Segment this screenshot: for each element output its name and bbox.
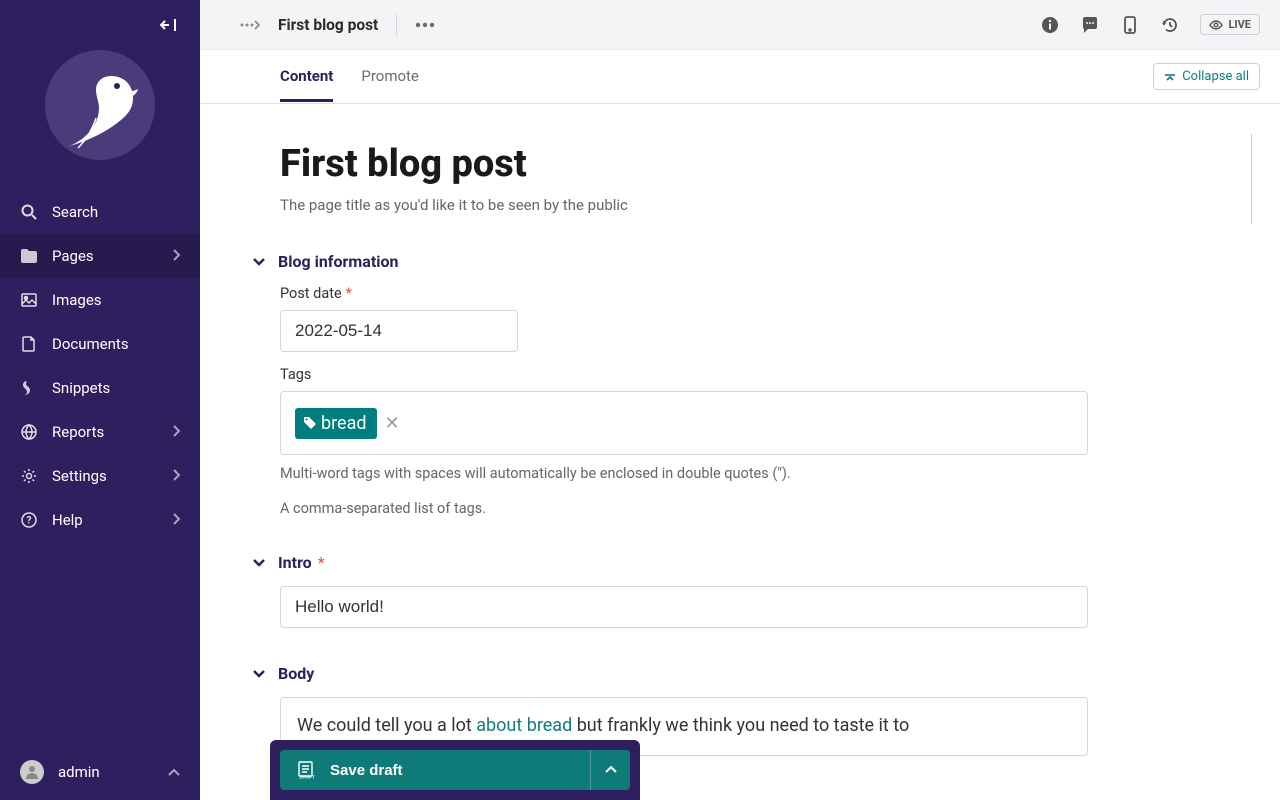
required-icon: * [318, 553, 325, 572]
section-label: Blog information [278, 252, 398, 271]
sidebar-item-pages[interactable]: Pages [0, 234, 200, 278]
document-icon [20, 336, 38, 352]
collapse-all-label: Collapse all [1182, 69, 1249, 84]
account-menu[interactable]: admin [0, 744, 200, 800]
sidebar-item-label: Documents [52, 335, 129, 353]
body-text-suffix: but frankly we think you need to taste i… [572, 715, 909, 736]
save-draft-button[interactable]: DRAFT Save draft [280, 750, 590, 790]
chevron-right-icon [172, 247, 180, 265]
tag-remove-button[interactable]: ✕ [385, 413, 400, 434]
wagtail-logo-icon [63, 68, 141, 156]
breadcrumb-title: First blog post [278, 16, 378, 34]
main: First blog post LIVE Content Promote Col… [200, 0, 1280, 800]
section-label: Body [278, 664, 314, 683]
page-title-help: The page title as you'd like it to be se… [280, 196, 1250, 214]
tabs-row: Content Promote Collapse all [200, 50, 1280, 104]
minimap[interactable] [1251, 134, 1252, 224]
breadcrumb-expand[interactable] [240, 15, 260, 35]
sidebar-item-search[interactable]: Search [0, 190, 200, 234]
history-button[interactable] [1160, 15, 1180, 35]
tag-chip[interactable]: bread [295, 408, 377, 439]
sidebar-item-help[interactable]: ? Help [0, 498, 200, 542]
image-icon [20, 293, 38, 307]
comments-button[interactable] [1080, 15, 1100, 35]
tab-promote[interactable]: Promote [361, 51, 419, 102]
folder-icon [20, 249, 38, 263]
svg-text:DRAFT: DRAFT [299, 775, 314, 780]
tag-label: bread [321, 413, 367, 434]
tag-icon [303, 416, 317, 430]
sidebar-item-label: Images [52, 291, 102, 309]
help-icon: ? [20, 512, 38, 528]
sidebar-collapse-toggle[interactable] [0, 0, 200, 50]
sidebar-item-images[interactable]: Images [0, 278, 200, 322]
tags-hint-2: A comma-separated list of tags. [280, 500, 1250, 517]
body-text-prefix: We could tell you a lot [297, 715, 476, 736]
tags-input[interactable]: bread ✕ [280, 391, 1088, 455]
sidebar-item-snippets[interactable]: Snippets [0, 366, 200, 410]
collapse-all-icon [1164, 71, 1176, 83]
sidebar-item-label: Help [52, 511, 83, 529]
sidebar-item-label: Pages [52, 247, 94, 265]
globe-icon [20, 424, 38, 440]
section-label: Intro [278, 553, 312, 572]
collapse-icon [160, 18, 178, 32]
sidebar-item-label: Snippets [52, 379, 110, 397]
live-status[interactable]: LIVE [1200, 14, 1260, 35]
sidebar-item-documents[interactable]: Documents [0, 322, 200, 366]
chevron-up-icon [605, 766, 617, 774]
logo [0, 50, 200, 190]
preview-button[interactable] [1120, 15, 1140, 35]
avatar [20, 760, 44, 784]
page-actions-menu[interactable] [415, 15, 435, 35]
save-menu-button[interactable] [590, 750, 630, 790]
intro-input[interactable] [280, 586, 1088, 628]
chevron-down-icon [252, 664, 266, 683]
collapse-all-button[interactable]: Collapse all [1153, 63, 1260, 90]
section-blog-information[interactable]: Blog information [252, 252, 1250, 271]
sidebar-item-label: Reports [52, 423, 104, 441]
divider [396, 14, 397, 36]
chevron-right-icon [172, 467, 180, 485]
section-body[interactable]: Body [252, 664, 1250, 683]
chevron-up-icon [168, 763, 180, 781]
section-intro[interactable]: Intro * [252, 553, 1250, 572]
required-icon: * [346, 285, 352, 302]
sidebar-item-settings[interactable]: Settings [0, 454, 200, 498]
save-draft-label: Save draft [330, 762, 403, 779]
search-icon [20, 204, 38, 220]
sidebar: Search Pages Images Documents Snippets R… [0, 0, 200, 800]
info-button[interactable] [1040, 15, 1060, 35]
svg-text:?: ? [27, 516, 32, 527]
tags-label: Tags [280, 366, 1250, 383]
draft-icon: DRAFT [296, 761, 318, 779]
cog-icon [20, 468, 38, 484]
content-area: First blog post The page title as you'd … [200, 104, 1280, 800]
chevron-down-icon [252, 252, 266, 271]
tab-content[interactable]: Content [280, 51, 333, 102]
live-label: LIVE [1228, 18, 1251, 31]
body-link[interactable]: about bread [476, 715, 572, 736]
chevron-right-icon [172, 511, 180, 529]
post-date-input[interactable] [280, 310, 518, 352]
label-text: Post date [280, 285, 342, 302]
sidebar-item-label: Settings [52, 467, 107, 485]
snippet-icon [20, 381, 38, 395]
eye-icon [1209, 20, 1223, 30]
page-title[interactable]: First blog post [280, 142, 1250, 186]
save-footer: DRAFT Save draft [270, 740, 640, 800]
topbar: First blog post LIVE [200, 0, 1280, 50]
nav-list: Search Pages Images Documents Snippets R… [0, 190, 200, 744]
sidebar-item-reports[interactable]: Reports [0, 410, 200, 454]
sidebar-item-label: Search [52, 203, 98, 221]
chevron-right-icon [172, 423, 180, 441]
account-label: admin [58, 763, 100, 781]
tags-hint-1: Multi-word tags with spaces will automat… [280, 465, 1250, 482]
post-date-label: Post date* [280, 285, 1250, 302]
chevron-down-icon [252, 553, 266, 572]
